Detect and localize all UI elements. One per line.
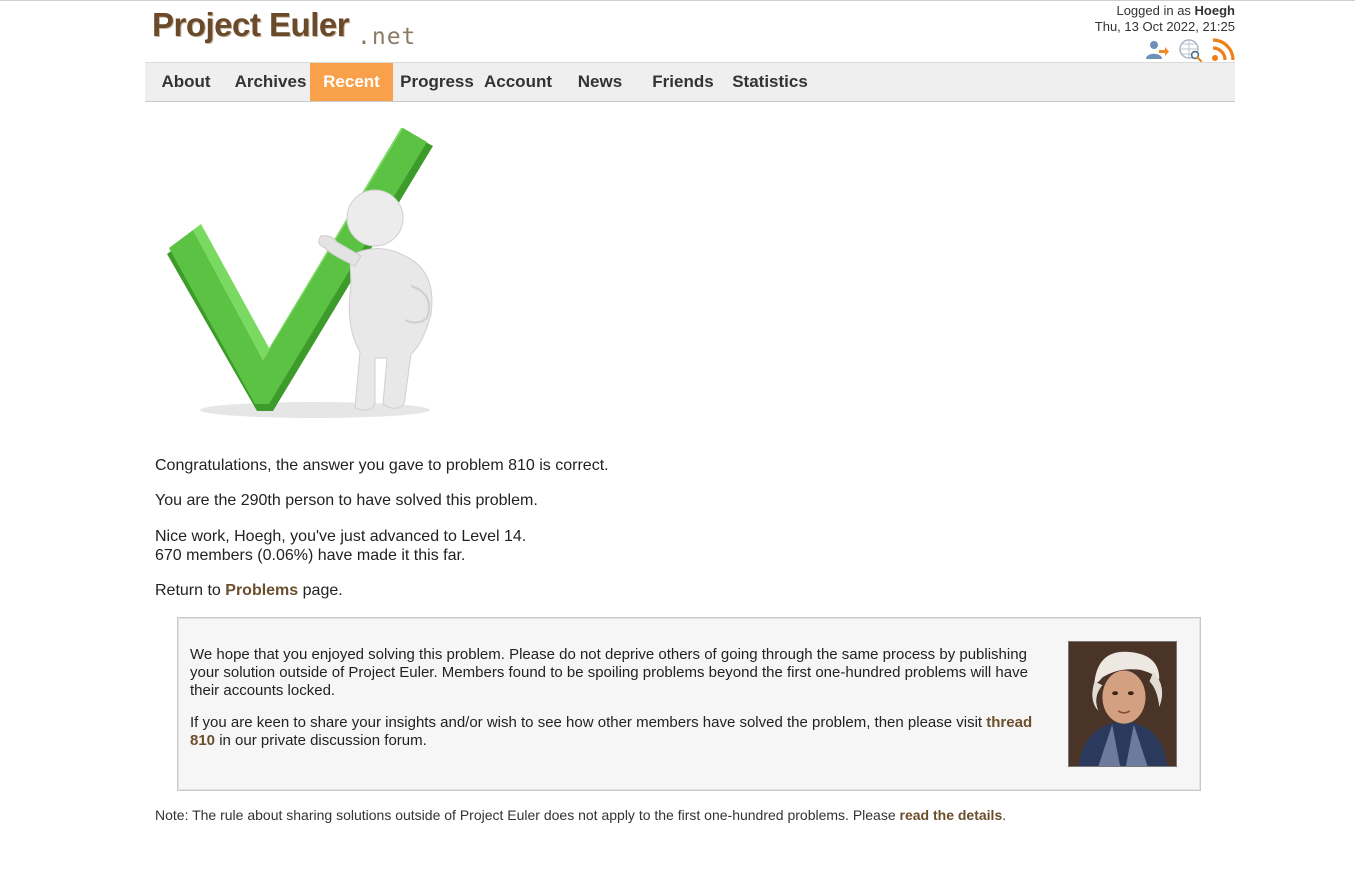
forum-thread-suffix: in our private discussion forum. <box>219 732 427 749</box>
header-icons <box>1145 38 1235 62</box>
sharing-notice-box: We hope that you enjoyed solving this pr… <box>177 617 1201 791</box>
user-info: Logged in as Hoegh Thu, 13 Oct 2022, 21:… <box>1095 3 1235 35</box>
logo-text: Project Euler <box>152 6 350 43</box>
forum-thread-notice: If you are keen to share your insights a… <box>190 714 1058 750</box>
logged-in-label: Logged in as <box>1116 3 1191 18</box>
problems-link[interactable]: Problems <box>225 582 298 599</box>
footer-note-end: . <box>1002 807 1007 823</box>
return-prefix: Return to <box>155 582 221 599</box>
current-datetime: Thu, 13 Oct 2022, 21:25 <box>1094 19 1235 34</box>
return-suffix: page. <box>302 582 343 599</box>
nav-recent[interactable]: Recent <box>310 63 393 101</box>
project-euler-logo[interactable]: Project Euler .net <box>152 6 417 50</box>
solver-rank-message: You are the 290th person to have solved … <box>155 492 538 509</box>
sign-out-icon[interactable] <box>1145 38 1169 62</box>
sharing-notice-text: We hope that you enjoyed solving this pr… <box>190 646 1028 699</box>
euler-portrait <box>1068 641 1177 767</box>
footer-note: Note: The rule about sharing solutions o… <box>155 807 1006 823</box>
nav-archives[interactable]: Archives <box>233 63 308 101</box>
footer-note-text: Note: The rule about sharing solutions o… <box>155 807 896 823</box>
nav-progress[interactable]: Progress <box>399 63 475 101</box>
level-members-message: 670 members (0.06%) have made it this fa… <box>155 547 466 564</box>
forum-thread-prefix: If you are keen to share your insights a… <box>190 714 983 731</box>
rss-feed-icon[interactable] <box>1211 38 1235 62</box>
correct-checkmark-image <box>167 128 433 418</box>
read-details-link[interactable]: read the details <box>900 807 1003 823</box>
logo-suffix: .net <box>357 24 417 50</box>
level-advance-message: Nice work, Hoegh, you've just advanced t… <box>155 528 527 545</box>
search-icon[interactable] <box>1178 38 1202 62</box>
nav-about[interactable]: About <box>153 63 219 101</box>
return-message: Return to Problems page. <box>155 581 343 600</box>
nav-friends[interactable]: Friends <box>649 63 717 101</box>
nav-account[interactable]: Account <box>483 63 553 101</box>
nav-news[interactable]: News <box>570 63 630 101</box>
nav-statistics[interactable]: Statistics <box>729 63 811 101</box>
correct-answer-message: Congratulations, the answer you gave to … <box>155 457 609 474</box>
main-navigation: About Archives Recent Progress Account N… <box>145 62 1235 102</box>
username: Hoegh <box>1194 3 1235 18</box>
